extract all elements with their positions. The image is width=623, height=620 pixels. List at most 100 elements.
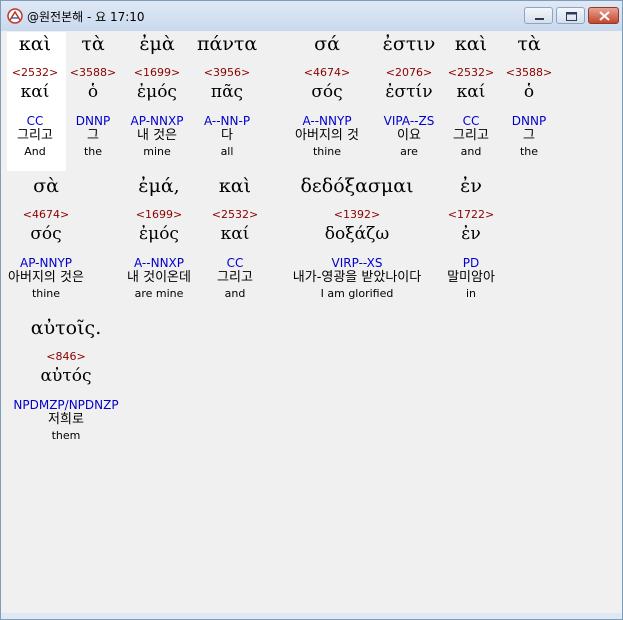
interlinear-word[interactable]: καὶ <2532> καί CC 그리고 and xyxy=(442,32,500,159)
english-gloss: thine xyxy=(312,145,342,158)
interlinear-word[interactable]: σὰ <4674> σός AP-NNYP 아버지의 것은 thine xyxy=(7,174,85,301)
interlinear-word[interactable]: ἐμὰ <1699> ἐμός AP-NNXP 내 것은 mine xyxy=(122,32,192,159)
strong-number-link[interactable]: <1699> xyxy=(115,208,203,222)
english-gloss: the xyxy=(519,145,539,158)
interlinear-word[interactable]: πάντα <3956> πᾶς A--NN-P 다 all xyxy=(197,32,257,159)
lexical-form: αὐτός xyxy=(40,366,92,386)
lexical-form: δοξάζω xyxy=(324,224,390,244)
korean-gloss: 말미암아 xyxy=(447,270,495,285)
korean-gloss: 내 것이온데 xyxy=(127,270,191,285)
strong-number-link[interactable]: <2532> xyxy=(442,66,500,80)
interlinear-word[interactable]: ἐμά, <1699> ἐμός A--NNXP 내 것이온데 are mine xyxy=(115,174,203,301)
korean-gloss: 그리고 xyxy=(17,128,53,143)
english-gloss: are xyxy=(400,145,418,158)
window-title: @원전본해 - 요 17:10 xyxy=(27,10,145,24)
interlinear-word[interactable]: δεδόξασμαι <1392> δοξάζω VIRP--XS 내가-영광을 받았나… xyxy=(267,174,447,301)
strong-number-link[interactable]: <4674> xyxy=(7,208,85,222)
app-book-icon[interactable] xyxy=(7,8,23,24)
parsing-code: NPDMZP/NPDNZP xyxy=(13,398,119,412)
lexical-form: καί xyxy=(220,224,250,244)
korean-gloss: 저희로 xyxy=(48,412,84,427)
greek-word: καὶ xyxy=(18,33,52,55)
lexical-form: ἐμός xyxy=(139,224,179,244)
lexical-form: ἐν xyxy=(461,224,481,244)
greek-word: ἐστιν xyxy=(382,33,436,55)
lexical-form: ὁ xyxy=(87,82,99,102)
korean-gloss: 그 xyxy=(523,128,535,143)
parsing-code: PD xyxy=(462,256,480,270)
english-gloss: I am glorified xyxy=(320,287,394,300)
lexical-form: σός xyxy=(311,82,343,102)
app-window: @원전본해 - 요 17:10 καὶ <2532> καί CC 그리고 And τὰ <3… xyxy=(0,0,623,620)
strong-number-link[interactable]: <3588> xyxy=(65,66,121,80)
lexical-form: καί xyxy=(20,82,50,102)
english-gloss: the xyxy=(83,145,103,158)
greek-word: καὶ xyxy=(454,33,488,55)
lexical-form: ὁ xyxy=(523,82,535,102)
parsing-code: A--NN-P xyxy=(203,114,251,128)
korean-gloss: 이요 xyxy=(397,128,421,143)
strong-number-link[interactable]: <3588> xyxy=(500,66,558,80)
korean-gloss: 그리고 xyxy=(217,270,253,285)
lexical-form: καί xyxy=(456,82,486,102)
strong-number-link[interactable]: <3956> xyxy=(197,66,257,80)
strong-number-link[interactable]: <846> xyxy=(7,350,125,364)
minimize-icon xyxy=(535,18,544,20)
greek-word: ἐμὰ xyxy=(139,33,175,55)
greek-word: ἐμά, xyxy=(138,175,180,197)
parsing-code: CC xyxy=(462,114,480,128)
english-gloss: mine xyxy=(143,145,171,158)
parsing-code: AP-NNYP xyxy=(19,256,73,270)
interlinear-word[interactable]: τὰ <3588> ὁ DNNP 그 the xyxy=(65,32,121,159)
strong-number-link[interactable]: <2532> xyxy=(7,66,63,80)
lexical-form: ἐστίν xyxy=(385,82,433,102)
maximize-icon xyxy=(566,12,577,21)
interlinear-word[interactable]: τὰ <3588> ὁ DNNP 그 the xyxy=(500,32,558,159)
lexical-form: σός xyxy=(30,224,62,244)
parsing-code: DNNP xyxy=(511,114,547,128)
interlinear-panel[interactable]: καὶ <2532> καί CC 그리고 And τὰ <3588> ὁ DNNP 그 the ἐμὰ… xyxy=(7,32,616,613)
english-gloss: in xyxy=(465,287,477,300)
korean-gloss: 다 xyxy=(221,128,233,143)
interlinear-word[interactable]: καὶ <2532> καί CC 그리고 And xyxy=(7,32,63,159)
title-bar[interactable]: @원전본해 - 요 17:10 xyxy=(1,1,622,31)
english-gloss: And xyxy=(24,145,46,158)
english-gloss: are mine xyxy=(134,287,184,300)
greek-word: σὰ xyxy=(33,175,59,197)
interlinear-word[interactable]: ἐν <1722> ἐν PD 말미암아 in xyxy=(437,174,505,301)
strong-number-link[interactable]: <2076> xyxy=(370,66,448,80)
parsing-code: CC xyxy=(26,114,44,128)
parsing-code: A--NNYP xyxy=(302,114,352,128)
interlinear-word[interactable]: αὐτοῖς. <846> αὐτός NPDMZP/NPDNZP 저희로 them xyxy=(7,316,125,443)
window-bottom-border xyxy=(1,613,622,619)
strong-number-link[interactable]: <1722> xyxy=(437,208,505,222)
korean-gloss: 아버지의 것 xyxy=(295,128,359,143)
strong-number-link[interactable]: <1699> xyxy=(122,66,192,80)
greek-word: καὶ xyxy=(218,175,252,197)
english-gloss: all xyxy=(220,145,234,158)
english-gloss: thine xyxy=(31,287,61,300)
korean-gloss: 내 것은 xyxy=(136,128,177,143)
minimize-button[interactable] xyxy=(524,7,553,24)
greek-word: πάντα xyxy=(197,33,258,55)
korean-gloss: 아버지의 것은 xyxy=(8,270,84,285)
english-gloss: and xyxy=(460,145,482,158)
greek-word: δεδόξασμαι xyxy=(300,175,414,197)
strong-number-link[interactable]: <1392> xyxy=(267,208,447,222)
parsing-code: VIRP--XS xyxy=(331,256,383,270)
strong-number-link[interactable]: <2532> xyxy=(206,208,264,222)
interlinear-word[interactable]: σά <4674> σός A--NNYP 아버지의 것 thine xyxy=(273,32,381,159)
close-icon xyxy=(599,11,610,21)
parsing-code: CC xyxy=(226,256,244,270)
english-gloss: them xyxy=(51,429,81,442)
greek-word: αὐτοῖς. xyxy=(30,317,102,339)
korean-gloss: 내가-영광을 받았나이다 xyxy=(292,270,422,285)
strong-number-link[interactable]: <4674> xyxy=(273,66,381,80)
parsing-code: A--NNXP xyxy=(133,256,184,270)
maximize-button[interactable] xyxy=(556,7,585,24)
interlinear-word[interactable]: ἐστιν <2076> ἐστίν VIPA--ZS 이요 are xyxy=(370,32,448,159)
parsing-code: VIPA--ZS xyxy=(383,114,435,128)
lexical-form: πᾶς xyxy=(210,82,244,102)
close-button[interactable] xyxy=(588,7,619,24)
interlinear-word[interactable]: καὶ <2532> καί CC 그리고 and xyxy=(206,174,264,301)
